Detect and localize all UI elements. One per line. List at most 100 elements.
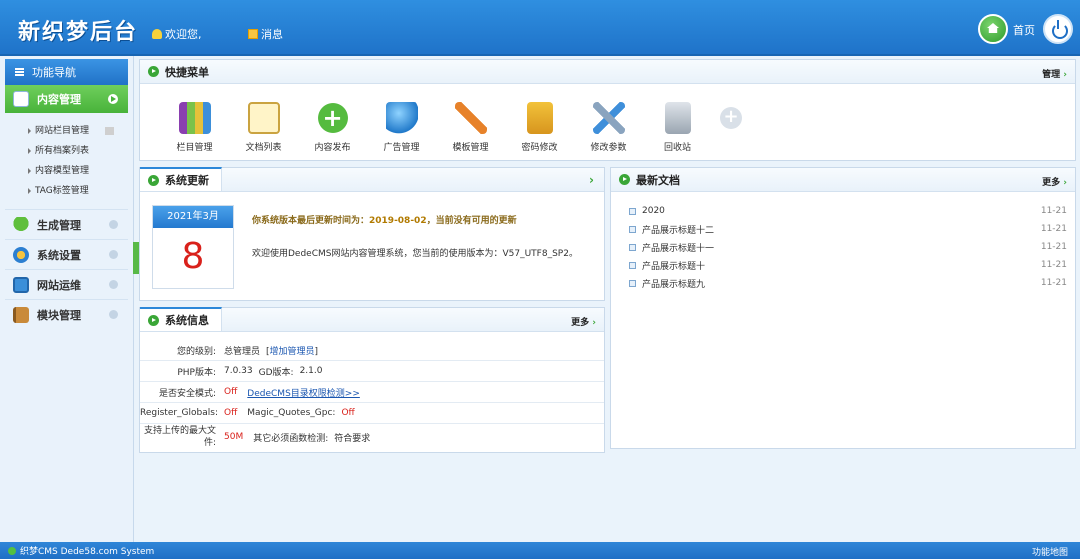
info-key: 是否安全模式: xyxy=(158,388,216,399)
quick-item-label: 模板管理 xyxy=(452,143,489,153)
quick-menu-manage-link[interactable]: 管理 › xyxy=(1042,67,1067,80)
status-dot-icon xyxy=(8,546,16,555)
sidebar-item-label: 生成管理 xyxy=(37,218,81,232)
update-date: 2019-08-02 xyxy=(369,216,427,226)
messages-link[interactable]: 消息 xyxy=(248,26,283,42)
quick-item-docs[interactable]: 文档列表 xyxy=(229,102,298,153)
arrow-circle-icon xyxy=(109,250,118,259)
chevron-right-icon[interactable]: › xyxy=(589,173,594,187)
quick-item-publish[interactable]: 内容发布 xyxy=(298,102,367,153)
system-info-header: 系统信息 更多 › xyxy=(140,307,604,332)
quick-item-label: 回收站 xyxy=(663,143,691,153)
tree-icon xyxy=(13,216,29,233)
list-item[interactable]: 产品展示标题十 11-21 xyxy=(629,256,1067,274)
welcome-link[interactable]: 欢迎您, xyxy=(152,26,202,42)
submenu-label: 网站栏目管理 xyxy=(35,126,90,136)
quick-item-ads[interactable]: 广告管理 xyxy=(367,102,436,153)
caret-right-icon xyxy=(28,148,31,154)
system-info-more-link[interactable]: 更多 › xyxy=(571,315,596,328)
list-item[interactable]: 产品展示标题九 11-21 xyxy=(629,274,1067,292)
arrow-circle-icon xyxy=(109,220,118,229)
submenu-item-models[interactable]: 内容模型管理 xyxy=(28,161,133,181)
submenu-item-archives[interactable]: 所有档案列表 xyxy=(28,141,133,161)
quick-item-params[interactable]: 修改参数 xyxy=(574,102,643,153)
footer-text: 织梦CMS Dede58.com System xyxy=(20,547,155,557)
submenu-item-columns[interactable]: 网站栏目管理 xyxy=(28,121,133,141)
quick-item-password[interactable]: 密码修改 xyxy=(505,102,574,153)
info-value: Off xyxy=(224,387,238,397)
info-value: 总管理员 xyxy=(224,346,261,357)
info-key: Register_Globals: xyxy=(140,408,218,418)
bullet-icon xyxy=(629,261,636,269)
latest-docs-more-link[interactable]: 更多 › xyxy=(1042,175,1067,188)
play-circle-icon xyxy=(619,174,630,185)
quick-menu-header: 快捷菜单 管理 › xyxy=(140,60,1075,84)
latest-docs-list: 2020 11-21 产品展示标题十二 11-21 产品展示标题十一 11-21 产品… xyxy=(611,192,1075,292)
sidebar-item-settings[interactable]: 系统设置 xyxy=(5,239,128,269)
play-circle-icon xyxy=(148,174,159,186)
caret-right-icon xyxy=(28,168,31,174)
quick-item-label: 文档列表 xyxy=(245,143,282,153)
latest-docs-title: 最新文档 xyxy=(636,173,680,187)
latest-docs-header: 最新文档 更多 › xyxy=(611,168,1075,192)
tab-system-info[interactable]: 系统信息 xyxy=(140,307,222,331)
quick-item-columns[interactable]: 栏目管理 xyxy=(160,102,229,153)
info-value: 50M xyxy=(224,432,244,442)
top-header: 新织梦后台 欢迎您, 消息 首页 xyxy=(0,0,1080,56)
system-update-panel: 系统更新 › 2021年3月 8 你系统版本最后更新时间为：2019-08-02… xyxy=(139,167,605,301)
lock-icon xyxy=(526,102,553,134)
system-info-table: 您的级别: 总管理员 [增加管理员] PHP版本: 7.0.33 GD版本: 2.1.… xyxy=(140,332,604,450)
power-icon[interactable] xyxy=(1043,14,1073,44)
info-value: Off xyxy=(341,408,355,418)
add-shortcut-icon[interactable] xyxy=(720,106,742,129)
sitemap-link[interactable]: 功能地图 xyxy=(1032,545,1068,558)
bullet-icon xyxy=(629,207,636,215)
info-key: 您的级别: xyxy=(176,346,216,357)
sidebar-item-generate[interactable]: 生成管理 xyxy=(5,209,128,239)
sidebar-item-label: 网站运维 xyxy=(37,278,81,292)
bullet-icon xyxy=(629,279,636,287)
home-icon[interactable] xyxy=(978,14,1008,44)
add-column-icon[interactable] xyxy=(105,127,115,135)
welcome-label: 欢迎您, xyxy=(165,28,202,41)
info-row-php: PHP版本: 7.0.33 GD版本: 2.1.0 xyxy=(140,361,604,382)
permission-check-link[interactable]: DedeCMS目录权限检测>> xyxy=(247,386,360,399)
info-key: 其它必须函数检测: xyxy=(253,433,329,444)
list-item[interactable]: 2020 11-21 xyxy=(629,202,1067,220)
arrow-circle-icon xyxy=(109,310,118,319)
info-row-globals: Register_Globals: Off Magic_Quotes_Gpc: Of… xyxy=(140,403,604,424)
content-submenu: 网站栏目管理 所有档案列表 内容模型管理 TAG标签管理 xyxy=(0,113,133,209)
mail-icon xyxy=(248,29,258,39)
app-logo: 新织梦后台 xyxy=(18,20,139,45)
document-list-icon xyxy=(247,102,280,134)
update-notice: 你系统版本最后更新时间为：2019-08-02，当前没有可用的更新 xyxy=(252,216,517,226)
sidebar-item-label: 模块管理 xyxy=(37,308,81,322)
info-row-upload: 支持上传的最大文件: 50M 其它必须函数检测: 符合要求 xyxy=(140,424,604,450)
quick-item-recycle[interactable]: 回收站 xyxy=(643,102,712,153)
system-info-title: 系统信息 xyxy=(165,314,209,327)
quick-item-label: 修改参数 xyxy=(590,143,627,153)
sidebar-item-content[interactable]: 内容管理 xyxy=(5,85,128,113)
globe-icon xyxy=(385,102,418,134)
list-item[interactable]: 产品展示标题十二 11-21 xyxy=(629,220,1067,238)
tab-system-update[interactable]: 系统更新 xyxy=(140,167,222,191)
sidebar-item-ops[interactable]: 网站运维 xyxy=(5,269,128,299)
info-key: GD版本: xyxy=(258,367,294,378)
list-item[interactable]: 产品展示标题十一 11-21 xyxy=(629,238,1067,256)
quick-menu-panel: 快捷菜单 管理 › 栏目管理 文档列表 内容发布 广告管理 模板管理 密码修改 xyxy=(139,59,1076,161)
sidebar: 功能导航 内容管理 网站栏目管理 所有档案列表 内容模型管理 TAG标签管理 生… xyxy=(0,56,134,542)
submenu-item-tags[interactable]: TAG标签管理 xyxy=(28,181,133,201)
menu-icon xyxy=(15,68,24,76)
info-value: 2.1.0 xyxy=(299,366,323,376)
system-info-panel: 系统信息 更多 › 您的级别: 总管理员 [增加管理员] PHP版本: 7.0.3… xyxy=(139,307,605,453)
home-label[interactable]: 首页 xyxy=(1013,22,1035,38)
add-admin-link[interactable]: 增加管理员 xyxy=(270,347,315,357)
info-key: PHP版本: xyxy=(177,367,216,378)
info-row-level: 您的级别: 总管理员 [增加管理员] xyxy=(140,340,604,361)
arrow-circle-icon xyxy=(109,280,118,289)
quick-item-templates[interactable]: 模板管理 xyxy=(436,102,505,153)
sidebar-item-modules[interactable]: 模块管理 xyxy=(5,299,128,329)
quick-item-label: 广告管理 xyxy=(383,143,420,153)
calendar-widget: 2021年3月 8 xyxy=(152,205,234,289)
trash-icon xyxy=(664,102,691,134)
